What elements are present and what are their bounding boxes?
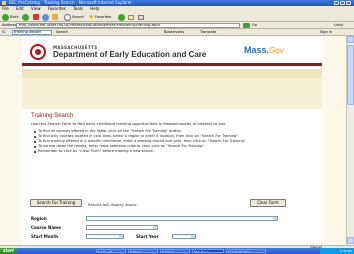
home-icon: [52, 14, 58, 20]
vertical-scrollbar[interactable]: [346, 36, 354, 245]
address-bar: Address http://www.eec.state.ma.us/Profe…: [0, 22, 354, 29]
search-button[interactable]: Search: [64, 13, 84, 21]
region-label: Region: [31, 216, 47, 221]
minimize-button[interactable]: [334, 1, 339, 5]
taskbar-item[interactable]: EEC Pro C...: [192, 249, 224, 253]
start-year-label: Start Year: [136, 234, 159, 239]
scroll-thumb[interactable]: [347, 45, 354, 105]
taskbar-item[interactable]: 5 Micro...: [128, 249, 158, 253]
links-button[interactable]: Links: [334, 22, 343, 29]
sign-in-button[interactable]: Sign in: [320, 29, 332, 36]
forward-arrow-icon: [22, 13, 29, 21]
address-label: Address: [2, 23, 17, 27]
ie-logo-icon: [2, 1, 6, 5]
menu-tools[interactable]: Tools: [73, 6, 83, 11]
banner-area: [22, 78, 322, 109]
start-month-select[interactable]: [86, 234, 124, 239]
close-button[interactable]: [346, 1, 351, 5]
list-item: Remember to click on "Clear Form" before…: [34, 149, 318, 154]
clear-form-button[interactable]: Clear Form: [250, 199, 286, 207]
menu-view[interactable]: View: [31, 6, 41, 11]
course-name-input[interactable]: [86, 225, 158, 230]
taskbar-item[interactable]: Inbox - M...: [96, 249, 126, 253]
stop-icon: [33, 14, 39, 20]
favorites-button[interactable]: ★ Favorites: [88, 13, 111, 21]
page-viewport: MASSACHUSETTS Department of Early Educat…: [0, 36, 346, 245]
scroll-up-icon[interactable]: [347, 36, 354, 43]
bookmarks-button[interactable]: Bookmarks: [164, 29, 184, 36]
search-for-training-button[interactable]: Search For Training: [30, 199, 82, 207]
forward-button[interactable]: [22, 13, 29, 21]
history-button[interactable]: [118, 13, 125, 21]
course-name-label: Course Name: [31, 225, 61, 230]
region-select[interactable]: [86, 216, 278, 221]
intro-text: Use this Search Form to find early child…: [31, 121, 227, 126]
start-month-label: Start Month: [31, 234, 59, 239]
site-header: MASSACHUSETTS Department of Early Educat…: [22, 41, 322, 66]
favorites-star-icon: ★: [88, 13, 95, 21]
google-toolbar: G training depart Search Bookmarks Trans…: [0, 29, 354, 36]
mass-gov-logo[interactable]: Mass.Gov: [244, 45, 284, 55]
browser-window: EEC ProCatalog - Training Search - Micro…: [0, 0, 354, 254]
menu-edit[interactable]: Edit: [16, 6, 24, 11]
search-icon: [64, 13, 71, 21]
google-logo-icon: G: [2, 30, 5, 34]
taskbar-item[interactable]: Search Existing ...: [226, 249, 266, 253]
menu-favorites[interactable]: Favorites: [48, 6, 66, 11]
instructions-list: To find all courses offered in the State…: [34, 129, 318, 154]
header-band: [22, 69, 322, 78]
menu-help[interactable]: Help: [90, 6, 99, 11]
history-icon: [118, 13, 125, 21]
department-title: Department of Early Education and Care: [53, 50, 207, 59]
back-arrow-icon: [2, 13, 9, 21]
maximize-button[interactable]: [340, 1, 345, 5]
mail-icon: [128, 14, 134, 20]
state-seal-icon: [30, 44, 46, 60]
print-icon: [138, 14, 144, 20]
home-button[interactable]: [52, 13, 58, 21]
menu-file[interactable]: File: [2, 6, 9, 11]
mail-button[interactable]: [128, 13, 134, 21]
stop-button[interactable]: [33, 13, 39, 21]
clock: 5:49 PM: [339, 249, 352, 253]
page-title: Training Search: [31, 113, 74, 119]
print-button[interactable]: [138, 13, 144, 21]
scroll-down-icon[interactable]: [347, 237, 354, 244]
standard-toolbar: Back Search ★ Favorites: [0, 12, 354, 22]
refresh-icon: [42, 13, 49, 21]
mass-gov-logo-b: Gov: [269, 46, 284, 55]
google-search-button[interactable]: Search: [56, 29, 68, 36]
taskbar-item[interactable]: 9 Intern...: [160, 249, 190, 253]
back-button[interactable]: Back: [2, 13, 19, 21]
address-input[interactable]: http://www.eec.state.ma.us/ProfessionalD…: [16, 23, 240, 28]
go-arrow-icon[interactable]: [243, 23, 250, 28]
refresh-button[interactable]: [42, 13, 49, 21]
mass-gov-logo-a: Mass.: [244, 45, 270, 55]
google-search-input[interactable]: training depart: [12, 30, 52, 35]
results-placeholder: Results will display above: [88, 202, 137, 207]
window-title: EEC ProCatalog - Training Search - Micro…: [9, 0, 132, 5]
start-year-select[interactable]: [172, 234, 196, 239]
start-button[interactable]: start: [0, 248, 17, 254]
system-tray: 5:49 PM: [320, 248, 354, 254]
translate-button[interactable]: Translate: [200, 29, 216, 36]
taskbar: start Inbox - M... 5 Micro... 9 Intern..…: [0, 248, 354, 254]
page-body: MASSACHUSETTS Department of Early Educat…: [22, 36, 322, 245]
go-button[interactable]: Go: [252, 22, 257, 29]
